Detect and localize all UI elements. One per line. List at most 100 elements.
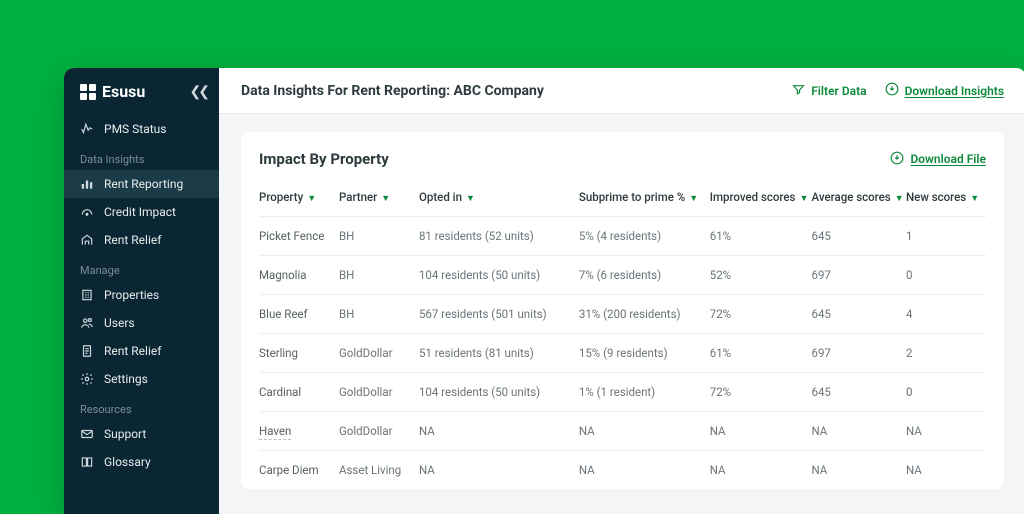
col-header[interactable]: New scores▼ <box>906 182 986 217</box>
sort-icon: ▼ <box>381 193 390 204</box>
cell-avg: 645 <box>812 217 907 256</box>
download-insights-label: Download Insights <box>905 84 1004 98</box>
bars-icon <box>80 177 94 191</box>
cell-opted: 104 residents (50 units) <box>419 373 579 412</box>
cell-subprime: 7% (6 residents) <box>579 256 710 295</box>
cell-partner: GoldDollar <box>339 334 419 373</box>
cell-new: NA <box>906 412 986 451</box>
cell-new: 1 <box>906 217 986 256</box>
col-header[interactable]: Property▼ <box>259 182 339 217</box>
doc-icon <box>80 344 94 358</box>
cell-improved: 52% <box>710 256 812 295</box>
logo-row: Esusu ❮❮ <box>64 82 219 115</box>
nav: PMS StatusData InsightsRent ReportingCre… <box>64 115 219 476</box>
sidebar-item-label: Users <box>104 316 135 330</box>
cell-subprime: 31% (200 residents) <box>579 295 710 334</box>
cell-avg: 697 <box>812 334 907 373</box>
col-label: New scores <box>906 190 966 204</box>
sidebar-item-label: Properties <box>104 288 159 302</box>
sidebar-item-settings[interactable]: Settings <box>64 365 219 393</box>
download-insights-button[interactable]: Download Insights <box>885 82 1004 99</box>
cell-avg: 697 <box>812 256 907 295</box>
table-row[interactable]: Blue ReefBH567 residents (501 units)31% … <box>259 295 986 334</box>
cell-new: 2 <box>906 334 986 373</box>
sidebar-section-heading: Resources <box>64 393 219 420</box>
cell-partner: BH <box>339 217 419 256</box>
table-row[interactable]: Carpe DiemAsset LivingNANANANANA <box>259 451 986 490</box>
cell-avg: NA <box>812 451 907 490</box>
sidebar-section-heading: Manage <box>64 254 219 281</box>
table-header-row: Property▼Partner▼Opted in▼Subprime to pr… <box>259 182 986 217</box>
users-icon <box>80 316 94 330</box>
col-label: Partner <box>339 190 377 204</box>
sidebar-item-pms-status[interactable]: PMS Status <box>64 115 219 143</box>
book-icon <box>80 455 94 469</box>
sort-icon: ▼ <box>799 193 808 204</box>
cell-improved: NA <box>710 451 812 490</box>
sidebar-item-glossary[interactable]: Glossary <box>64 448 219 476</box>
col-header[interactable]: Opted in▼ <box>419 182 579 217</box>
col-header[interactable]: Average scores▼ <box>812 182 907 217</box>
filter-data-button[interactable]: Filter Data <box>792 83 866 99</box>
collapse-sidebar-icon[interactable]: ❮❮ <box>190 84 207 100</box>
col-label: Improved scores <box>710 190 796 204</box>
table-row[interactable]: HavenGoldDollarNANANANANA <box>259 412 986 451</box>
sidebar-item-rent-relief[interactable]: Rent Relief <box>64 226 219 254</box>
building-icon <box>80 288 94 302</box>
sidebar-item-label: Settings <box>104 372 148 386</box>
cell-partner: GoldDollar <box>339 373 419 412</box>
gear-icon <box>80 372 94 386</box>
cell-partner: BH <box>339 295 419 334</box>
table-row[interactable]: SterlingGoldDollar51 residents (81 units… <box>259 334 986 373</box>
table-body: Picket FenceBH81 residents (52 units)5% … <box>259 217 986 490</box>
brand-logo[interactable]: Esusu <box>80 82 145 101</box>
mail-icon <box>80 427 94 441</box>
cell-partner: Asset Living <box>339 451 419 490</box>
card-title: Impact By Property <box>259 150 389 168</box>
cell-property: Blue Reef <box>259 295 339 334</box>
cell-partner: GoldDollar <box>339 412 419 451</box>
cell-avg: NA <box>812 412 907 451</box>
main: Data Insights For Rent Reporting: ABC Co… <box>219 68 1024 514</box>
gauge-icon <box>80 205 94 219</box>
sort-icon: ▼ <box>307 193 316 204</box>
cell-new: 4 <box>906 295 986 334</box>
sidebar-item-support[interactable]: Support <box>64 420 219 448</box>
impact-table: Property▼Partner▼Opted in▼Subprime to pr… <box>259 182 986 489</box>
cell-improved: 72% <box>710 295 812 334</box>
cell-opted: 81 residents (52 units) <box>419 217 579 256</box>
table-row[interactable]: Picket FenceBH81 residents (52 units)5% … <box>259 217 986 256</box>
cell-property: Picket Fence <box>259 217 339 256</box>
table-row[interactable]: CardinalGoldDollar104 residents (50 unit… <box>259 373 986 412</box>
download-file-button[interactable]: Download File <box>890 151 986 168</box>
table-row[interactable]: MagnoliaBH104 residents (50 units)7% (6 … <box>259 256 986 295</box>
cell-opted: NA <box>419 451 579 490</box>
col-label: Opted in <box>419 190 462 204</box>
logo-mark-icon <box>80 84 96 100</box>
cell-new: 0 <box>906 256 986 295</box>
sidebar-item-label: Glossary <box>104 455 151 469</box>
top-actions: Filter Data Download Insights <box>792 82 1004 99</box>
col-header[interactable]: Partner ▼ <box>339 182 419 217</box>
sidebar-item-properties[interactable]: Properties <box>64 281 219 309</box>
cell-subprime: NA <box>579 451 710 490</box>
brand-name: Esusu <box>102 82 145 101</box>
cell-opted: 567 residents (501 units) <box>419 295 579 334</box>
impact-card: Impact By Property Download File Propert… <box>241 132 1004 489</box>
cell-improved: NA <box>710 412 812 451</box>
topbar: Data Insights For Rent Reporting: ABC Co… <box>219 68 1024 114</box>
sort-icon: ▼ <box>689 193 698 204</box>
content: Impact By Property Download File Propert… <box>219 114 1024 489</box>
col-header[interactable]: Improved scores▼ <box>710 182 812 217</box>
cell-new: 0 <box>906 373 986 412</box>
app-window: Esusu ❮❮ PMS StatusData InsightsRent Rep… <box>64 68 1024 514</box>
sidebar-item-rent-relief[interactable]: Rent Relief <box>64 337 219 365</box>
sidebar-item-rent-reporting[interactable]: Rent Reporting <box>64 170 219 198</box>
sidebar-item-label: Rent Relief <box>104 233 161 247</box>
page-title-company: ABC Company <box>454 83 544 99</box>
cell-avg: 645 <box>812 295 907 334</box>
download-icon <box>885 82 899 99</box>
sidebar-item-users[interactable]: Users <box>64 309 219 337</box>
sidebar-item-credit-impact[interactable]: Credit Impact <box>64 198 219 226</box>
col-header[interactable]: Subprime to prime %▼ <box>579 182 710 217</box>
